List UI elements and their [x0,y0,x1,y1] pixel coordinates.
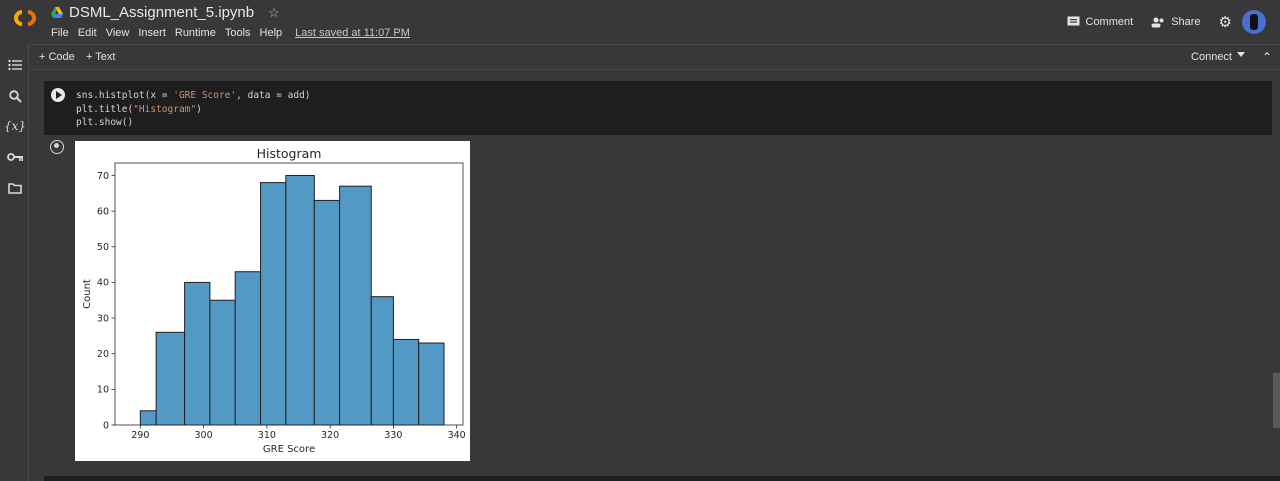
x-axis-label: GRE Score [263,444,315,455]
menu-bar: File Edit View Insert Runtime Tools Help… [51,27,410,39]
y-tick-label: 30 [97,313,109,324]
next-cell-edge [44,476,1280,481]
run-cell-icon[interactable] [51,88,65,102]
menu-view[interactable]: View [106,27,130,39]
add-text-button[interactable]: + Text [86,51,115,63]
y-tick-label: 20 [97,349,109,360]
variables-icon[interactable]: {x} [4,117,26,135]
code-line: sns.histplot(x = 'GRE Score', data = add… [76,90,311,101]
y-tick-label: 0 [103,420,109,431]
code-line: plt.title("Histogram") [76,103,202,115]
x-tick-label: 290 [131,430,149,441]
chart-title: Histogram [257,146,322,161]
top-bar: DSML_Assignment_5.ipynb ☆ File Edit View… [0,0,1280,44]
avatar[interactable] [1242,10,1266,34]
notebook-toolbar: + Code + Text Connect ⌃ [30,44,1280,70]
files-folder-icon[interactable] [6,179,24,197]
histogram-chart: Histogram 290 300 310 320 330 340 0 10 20 30 40 50… [82,146,466,455]
code-editor[interactable]: sns.histplot(x = 'GRE Score', data = add… [76,89,311,130]
drive-icon[interactable] [51,7,63,18]
histogram-bar [234,271,262,426]
comment-button[interactable]: Comment [1067,16,1133,28]
comment-icon [1067,16,1079,26]
histogram-bar [209,299,236,426]
histogram-bar [339,185,372,426]
menu-tools[interactable]: Tools [225,27,251,39]
x-tick-label: 340 [448,430,466,441]
y-tick-label: 10 [97,385,109,396]
menu-edit[interactable]: Edit [78,27,97,39]
histogram-bar [313,199,341,426]
y-axis-label: Count [82,279,93,309]
share-button[interactable]: Share [1151,16,1201,28]
last-saved-link[interactable]: Last saved at 11:07 PM [295,27,410,39]
code-line: plt.show() [76,117,134,128]
y-tick-label: 40 [97,278,109,289]
y-tick-label: 50 [97,242,109,253]
code-cell[interactable]: sns.histplot(x = 'GRE Score', data = add… [44,81,1272,135]
histogram-plot: Histogram 290 300 310 320 330 340 0 10 20 30 40 50… [75,141,470,461]
menu-file[interactable]: File [51,27,69,39]
vertical-scrollbar[interactable] [1273,373,1280,428]
search-icon[interactable] [6,87,24,105]
histogram-bar [285,174,315,426]
table-of-contents-icon[interactable] [6,56,24,74]
notebook-title[interactable]: DSML_Assignment_5.ipynb [69,4,254,21]
x-tick-label: 310 [258,430,276,441]
collapse-chevron-icon[interactable]: ⌃ [1262,50,1272,64]
y-tick-label: 70 [97,171,109,182]
add-code-button[interactable]: + Code [39,51,75,63]
menu-help[interactable]: Help [260,27,283,39]
histogram-bar [418,342,445,426]
connect-dropdown-icon[interactable] [1237,52,1245,57]
x-tick-label: 320 [321,430,339,441]
menu-insert[interactable]: Insert [138,27,166,39]
x-tick-label: 300 [195,430,213,441]
output-icon[interactable] [50,140,64,154]
colab-logo[interactable] [10,7,40,29]
secrets-key-icon[interactable] [6,148,24,166]
x-tick-label: 330 [384,430,402,441]
menu-runtime[interactable]: Runtime [175,27,216,39]
star-icon[interactable]: ☆ [268,5,280,21]
histogram-bar [392,338,420,426]
connect-button[interactable]: Connect [1191,51,1232,63]
y-tick-label: 60 [97,206,109,217]
histogram-bar [184,281,211,426]
gear-icon[interactable]: ⚙ [1219,13,1232,31]
histogram-bar [139,410,157,426]
histogram-bar [155,331,186,426]
people-icon [1151,17,1164,27]
histogram-bar [260,182,287,426]
left-sidebar: {x} [0,44,29,481]
histogram-bar [370,296,394,426]
